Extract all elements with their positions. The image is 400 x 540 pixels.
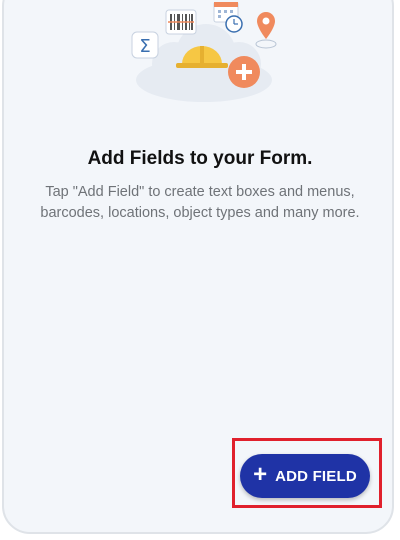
location-pin-icon <box>255 12 277 49</box>
sigma-icon: Σ <box>131 31 159 59</box>
empty-state-description: Tap "Add Field" to create text boxes and… <box>40 184 360 221</box>
screen: Σ Add Fields to your Form. Tap "Add Fiel… <box>0 0 400 540</box>
plus-circle-icon <box>228 56 260 88</box>
clock-icon <box>225 15 243 33</box>
add-field-button[interactable]: + ADD FIELD <box>240 454 370 498</box>
add-field-label: ADD FIELD <box>275 467 357 485</box>
svg-text:Σ: Σ <box>139 36 150 57</box>
empty-state-illustration: Σ <box>131 2 277 102</box>
plus-icon: + <box>253 461 268 488</box>
barcode-icon <box>165 9 197 35</box>
empty-state-title: Add Fields to your Form. <box>87 148 313 169</box>
